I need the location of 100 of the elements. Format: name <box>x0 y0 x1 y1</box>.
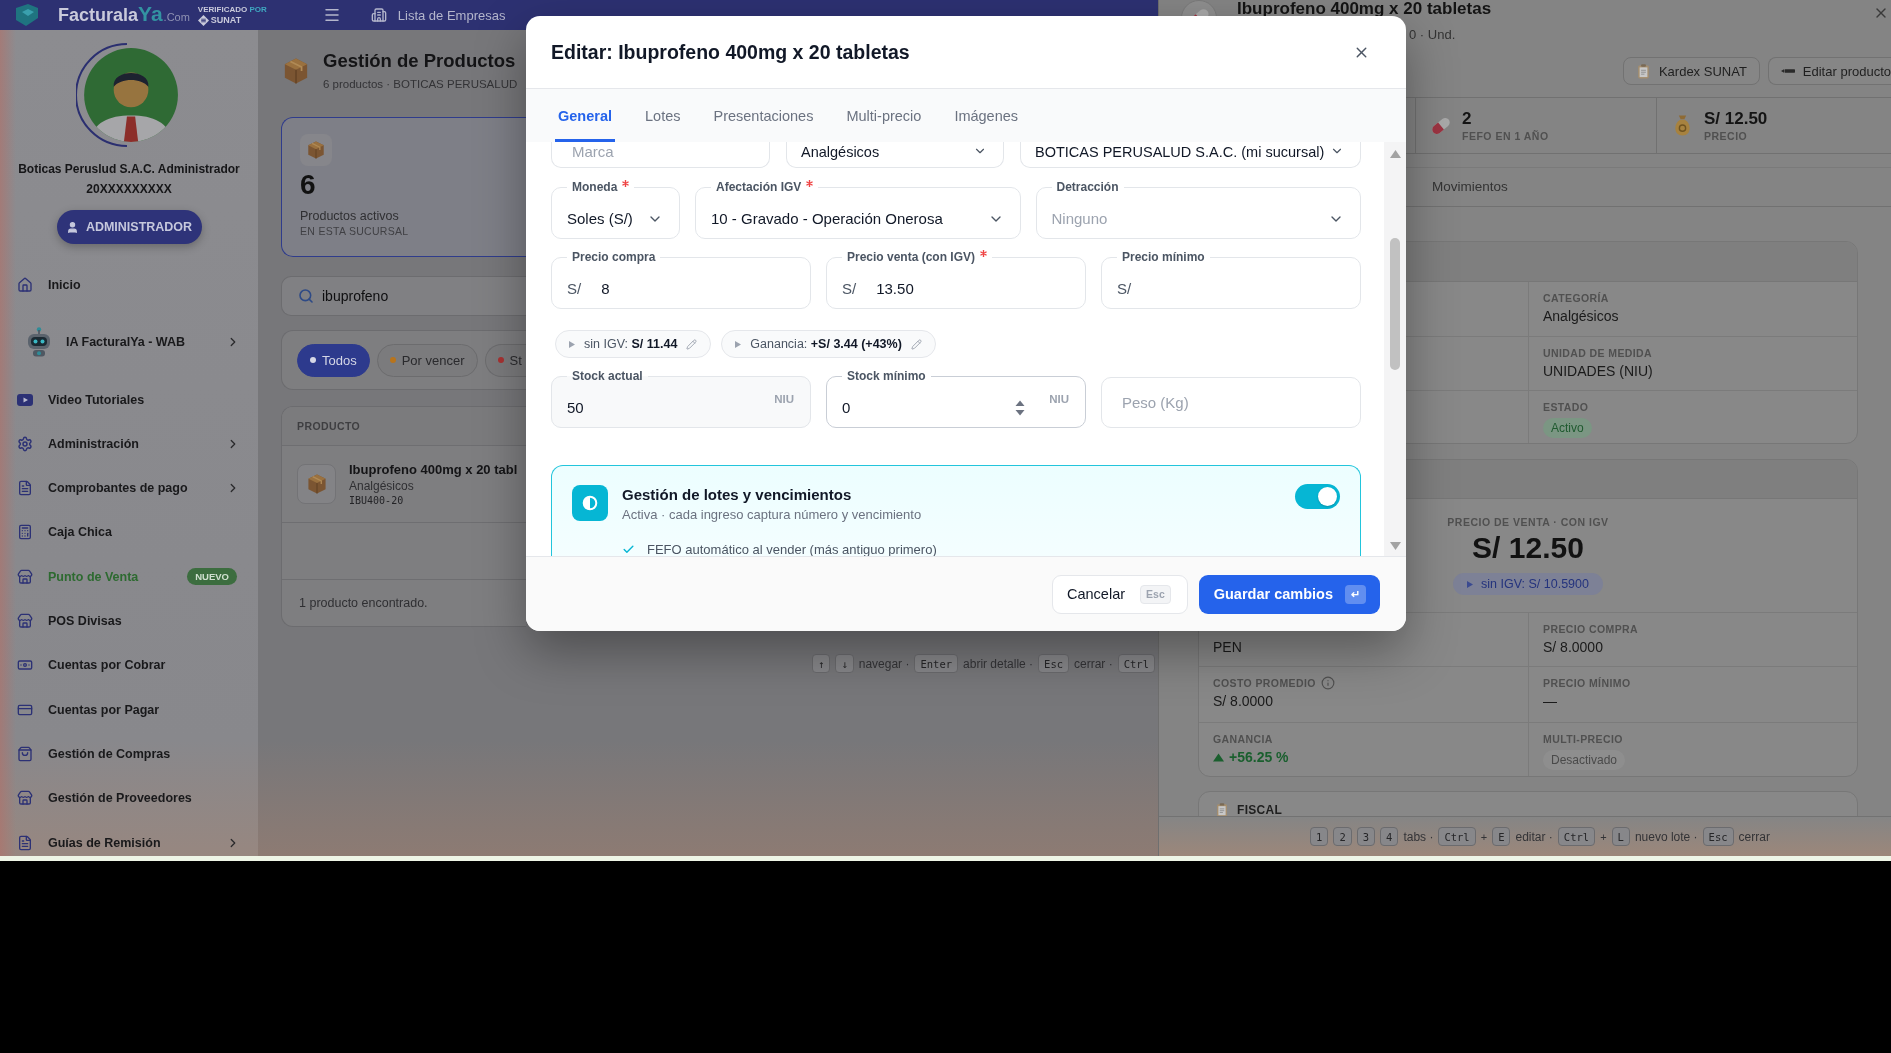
keyboard-key: ↓ <box>835 654 854 673</box>
companies-link[interactable]: Lista de Empresas <box>370 7 506 23</box>
sidebar-item[interactable]: Cuentas por Pagar <box>0 697 258 722</box>
shortcut-label: navegar · <box>858 656 910 671</box>
sidebar-item[interactable]: Gestión de Proveedores <box>0 786 258 811</box>
seal-text: VERIFICADO POR <box>197 4 267 15</box>
seal-icon <box>197 14 209 26</box>
sidebar-item[interactable]: Guías de Remisión <box>0 830 258 855</box>
price-chip[interactable]: sin IGV: S/ 11.44 <box>555 330 712 358</box>
field-label: Detracción <box>1056 180 1119 195</box>
input-field[interactable]: Stock actual 50 NIU <box>551 369 811 428</box>
drawer-title: Ibuprofeno 400mg x 20 tabletas <box>1237 0 1492 18</box>
input-field[interactable]: Precio venta (con IGV) S/ 13.50 <box>826 250 1086 309</box>
play-icon <box>17 393 33 406</box>
document-icon <box>17 834 33 851</box>
field-label: Precio compra <box>572 250 656 265</box>
table-row[interactable]: Ibuprofeno 400mg x 20 tabl Analgésicos IBU400-20 <box>282 446 526 523</box>
detail-label: CATEGORÍA <box>1543 291 1609 305</box>
tab[interactable]: Multi-precio <box>843 89 925 142</box>
scroll-down-icon[interactable] <box>1389 542 1401 550</box>
select-field[interactable]: Analgésicos <box>786 142 1004 168</box>
input-field[interactable]: Precio mínimo S/ <box>1101 250 1361 309</box>
unit-label: NIU <box>1049 392 1069 406</box>
user-icon <box>65 220 79 234</box>
currency-label: S/ <box>567 280 582 297</box>
detail-label: PRECIO MÍNIMO <box>1543 676 1631 690</box>
detail-value: — <box>1543 692 1557 710</box>
price-chip[interactable]: Ganancia: +S/ 3.44 (+43%) <box>721 330 936 358</box>
save-button[interactable]: Guardar cambios ↵ <box>1198 574 1380 614</box>
unit-label: NIU <box>774 392 794 406</box>
stat-value: S/ 12.50 <box>1704 108 1768 129</box>
sidebar-item[interactable]: POS Divisas <box>0 609 258 634</box>
sidebar-item[interactable]: Administración <box>0 431 258 456</box>
select-field[interactable]: Afectación IGV 10 - Gravado - Operación Onerosa <box>695 180 1021 239</box>
sidebar-item[interactable]: Comprobantes de pago <box>0 476 258 501</box>
sidebar-item[interactable]: Punto de Venta NUEVO <box>0 564 258 589</box>
input-field[interactable]: Precio compra S/ 8 <box>551 250 811 309</box>
user-name: Boticas Peruslud S.A.C. Administrador <box>18 161 240 177</box>
feature-text: FEFO automático al vender (más antiguo primero) <box>647 541 937 556</box>
input-field[interactable]: Marca <box>551 142 770 168</box>
select-field[interactable]: Detracción Ninguno <box>1035 180 1361 239</box>
bag-icon <box>17 745 33 762</box>
sidebar-item[interactable]: IA FacturalYa - WAB <box>0 327 258 358</box>
filter-pill[interactable]: Todos <box>297 343 370 377</box>
menu-icon[interactable] <box>322 6 341 24</box>
product-name: Ibuprofeno 400mg x 20 tabl <box>349 460 518 478</box>
card-subtitle: Activa · cada ingreso captura número y vencimiento <box>622 506 922 523</box>
pencil-icon <box>910 338 922 350</box>
status-badge: Activo <box>1543 418 1592 438</box>
sidebar-item[interactable]: Gestión de Compras <box>0 741 258 766</box>
clipboard-icon <box>1635 63 1651 79</box>
detail-value: UNIDADES (NIU) <box>1543 362 1653 380</box>
key-separator: + <box>1480 830 1488 843</box>
detail-label: ESTADO <box>1543 400 1589 414</box>
keyboard-key: Esc <box>1140 584 1171 604</box>
role-button[interactable]: ADMINISTRADOR <box>56 210 202 244</box>
info-icon[interactable] <box>1320 676 1335 690</box>
tab[interactable]: Lotes <box>642 89 684 142</box>
dialog-title: Editar: Ibuprofeno 400mg x 20 tabletas <box>551 40 910 64</box>
tab[interactable]: Movimientos <box>1432 168 1508 206</box>
sidebar-item[interactable]: Caja Chica <box>0 520 258 545</box>
contrast-icon <box>572 485 608 521</box>
keyboard-key: 2 <box>1333 827 1352 846</box>
detail-label: UNIDAD DE MEDIDA <box>1543 346 1653 360</box>
stepper-icon[interactable] <box>1015 399 1026 416</box>
pencil-icon <box>1780 67 1795 75</box>
drawer-subtitle: 0 · Und. <box>1409 27 1457 43</box>
net-price-pill[interactable]: sin IGV: S/ 10.5900 <box>1453 573 1603 595</box>
page-title: Gestión de Productos <box>323 49 517 73</box>
store-icon <box>17 568 33 585</box>
tab[interactable]: General <box>555 89 615 142</box>
logo-icon <box>14 4 40 26</box>
tab[interactable]: Presentaciones <box>710 89 817 142</box>
select-field[interactable]: Moneda Soles (S/) <box>551 180 680 239</box>
caret-icon <box>569 340 575 348</box>
store-icon <box>17 613 33 630</box>
sidebar-item[interactable]: Inicio <box>0 273 258 297</box>
result-count: 1 producto encontrado. <box>299 596 428 610</box>
sidebar-item[interactable]: Video Tutoriales <box>0 387 258 412</box>
action-button[interactable]: Kardex SUNAT <box>1622 57 1760 85</box>
box-icon <box>297 464 336 504</box>
action-button[interactable]: Editar producto <box>1767 57 1891 85</box>
tab[interactable]: Imágenes <box>951 89 1022 142</box>
caret-icon <box>735 340 742 348</box>
select-field[interactable]: BOTICAS PERUSALUD S.A.C. (mi sucursal) <box>1020 142 1361 168</box>
keyboard-key: 3 <box>1356 827 1376 846</box>
detail-value: PEN <box>1213 638 1242 656</box>
scrollbar-thumb[interactable] <box>1390 238 1400 370</box>
shortcut-label: nuevo lote · <box>1634 829 1698 844</box>
input-field[interactable]: Peso (Kg) <box>1101 377 1361 428</box>
sidebar-item[interactable]: Cuentas por Cobrar <box>0 653 258 678</box>
keyboard-key: ↵ <box>1345 584 1366 604</box>
search-field[interactable]: ibuprofeno <box>281 276 526 316</box>
toggle-switch[interactable] <box>1295 484 1340 509</box>
filter-pill[interactable]: Por vencer <box>376 343 478 377</box>
keyboard-key: Esc <box>1702 827 1734 846</box>
scroll-up-icon[interactable] <box>1389 150 1401 158</box>
number-field[interactable]: Stock mínimo 0 NIU <box>826 369 1086 428</box>
cancel-button[interactable]: Cancelar Esc <box>1052 574 1188 614</box>
shortcut-label: abrir detalle · <box>963 656 1034 671</box>
